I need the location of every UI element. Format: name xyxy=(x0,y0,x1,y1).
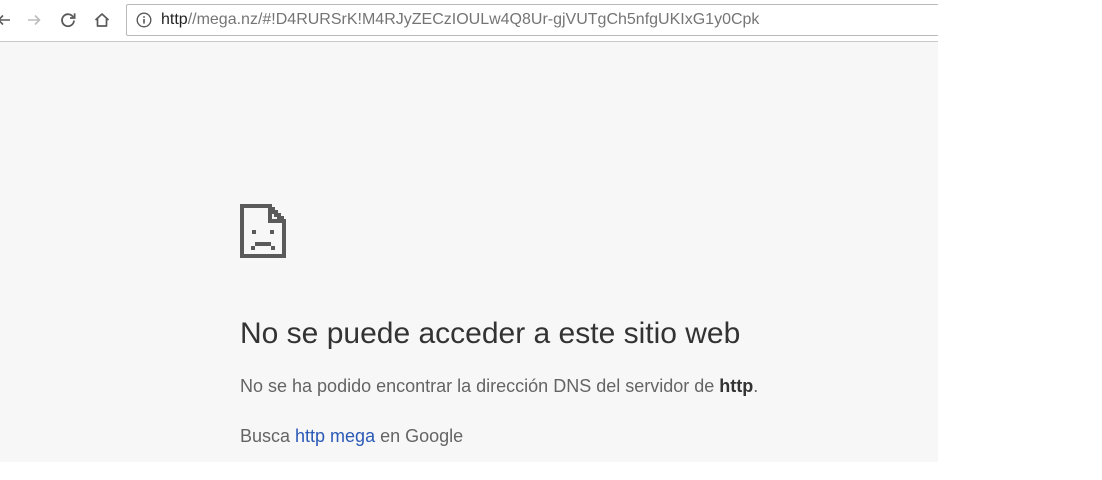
suggestion-prefix: Busca xyxy=(240,426,296,446)
browser-window: http//mega.nz/#!D4RURSrK!M4RJyZECzIOULw4… xyxy=(0,0,938,462)
address-bar[interactable]: http//mega.nz/#!D4RURSrK!M4RJyZECzIOULw4… xyxy=(126,4,938,36)
back-button[interactable] xyxy=(0,8,16,32)
address-url[interactable]: http//mega.nz/#!D4RURSrK!M4RJyZECzIOULw4… xyxy=(161,11,759,29)
address-url-scheme: http xyxy=(161,11,188,28)
suggestion-suffix: en Google xyxy=(375,426,464,446)
error-description: No se ha podido encontrar la dirección D… xyxy=(240,376,758,397)
error-suggestion: Busca http mega en Google xyxy=(240,426,463,447)
address-url-rest: //mega.nz/#!D4RURSrK!M4RJyZECzIOULw4Q8Ur… xyxy=(187,11,760,28)
reload-icon xyxy=(61,13,76,28)
browser-toolbar: http//mega.nz/#!D4RURSrK!M4RJyZECzIOULw4… xyxy=(0,0,938,42)
reload-button[interactable] xyxy=(56,8,80,32)
info-icon[interactable] xyxy=(136,12,152,28)
forward-arrow-icon xyxy=(28,14,41,26)
forward-button[interactable] xyxy=(22,8,46,32)
error-title: No se puede acceder a este sitio web xyxy=(240,317,741,350)
error-description-text: No se ha podido encontrar la dirección D… xyxy=(240,376,720,396)
home-icon xyxy=(94,13,110,27)
error-page: No se puede acceder a este sitio web No … xyxy=(0,43,938,462)
error-host: http xyxy=(719,376,754,396)
back-arrow-icon xyxy=(0,14,10,26)
sad-page-icon xyxy=(240,204,286,258)
error-description-suffix: . xyxy=(753,376,759,396)
google-search-link[interactable]: http mega xyxy=(295,426,375,446)
home-button[interactable] xyxy=(90,8,114,32)
